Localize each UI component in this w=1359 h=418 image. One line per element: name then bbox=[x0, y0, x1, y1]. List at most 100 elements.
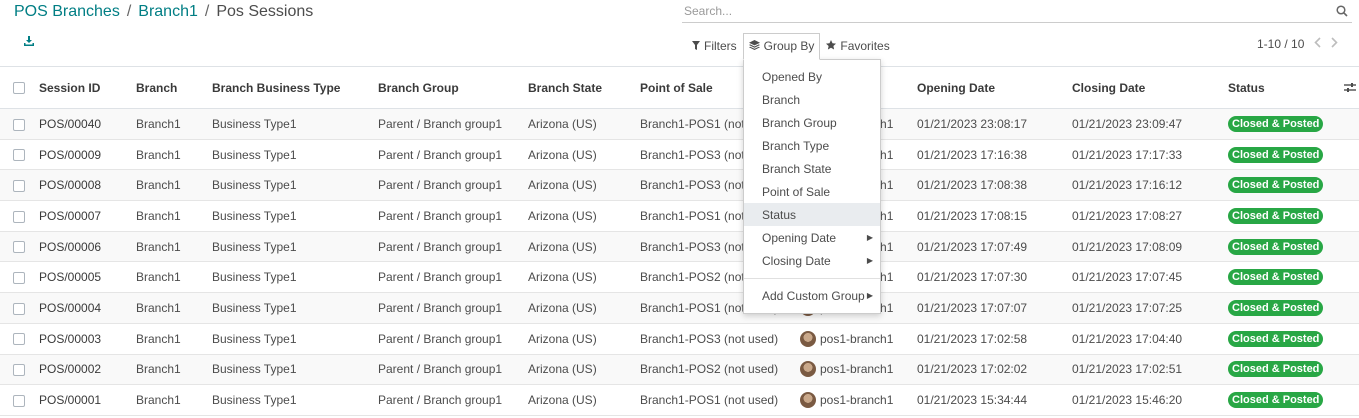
status-badge: Closed & Posted bbox=[1228, 207, 1324, 224]
groupby-branch-label: Branch bbox=[762, 92, 801, 107]
groupby-branch-state[interactable]: Branch State bbox=[744, 157, 880, 180]
column-header-branch-state[interactable]: Branch State bbox=[528, 67, 640, 109]
branch-state-cell: Arizona (US) bbox=[528, 362, 597, 377]
pager: 1-10 / 10 bbox=[1257, 37, 1339, 51]
groupby-opened-by[interactable]: Opened By bbox=[744, 65, 880, 88]
branch-business-type-cell: Business Type1 bbox=[212, 147, 297, 162]
row-checkbox[interactable] bbox=[13, 210, 25, 223]
status-cell: Closed & Posted bbox=[1228, 323, 1341, 354]
groupby-opening-date-label: Opening Date bbox=[762, 230, 837, 245]
row-end-cell bbox=[1341, 231, 1359, 262]
row-checkbox[interactable] bbox=[13, 241, 25, 254]
groupby-status[interactable]: Status bbox=[744, 203, 880, 226]
table-row[interactable]: POS/00005 Branch1 Business Type1 Parent / B… bbox=[0, 262, 1359, 293]
session-id-cell: POS/00005 bbox=[39, 270, 102, 285]
table-row[interactable]: POS/00007 Branch1 Business Type1 Parent / B… bbox=[0, 201, 1359, 232]
row-checkbox[interactable] bbox=[13, 364, 25, 377]
table-row[interactable]: POS/00002 Branch1 Business Type1 Parent / B… bbox=[0, 354, 1359, 385]
download-button[interactable] bbox=[20, 34, 38, 50]
table-row[interactable]: POS/00006 Branch1 Business Type1 Parent / B… bbox=[0, 231, 1359, 262]
download-icon bbox=[23, 35, 35, 50]
chevron-left-icon[interactable] bbox=[1314, 37, 1321, 51]
row-select-cell bbox=[0, 170, 39, 201]
row-checkbox[interactable] bbox=[13, 394, 25, 407]
row-checkbox[interactable] bbox=[13, 180, 25, 193]
groupby-branch-type[interactable]: Branch Type bbox=[744, 134, 880, 157]
opened-by-name: pos1-branch1 bbox=[820, 393, 894, 408]
avatar bbox=[800, 392, 816, 409]
favorites-button[interactable]: Favorites bbox=[820, 33, 895, 59]
status-cell: Closed & Posted bbox=[1228, 201, 1341, 232]
chevron-right-icon[interactable] bbox=[1331, 37, 1339, 51]
row-select-cell bbox=[0, 354, 39, 385]
table-row[interactable]: POS/00008 Branch1 Business Type1 Parent / B… bbox=[0, 169, 1359, 201]
layers-icon bbox=[748, 39, 760, 53]
row-end-cell bbox=[1341, 262, 1359, 293]
branch-business-type-cell: Business Type1 bbox=[212, 239, 297, 254]
breadcrumb-pos-branches[interactable]: POS Branches bbox=[14, 3, 120, 21]
branch-cell: Branch1 bbox=[136, 362, 181, 377]
column-header-status[interactable]: Status bbox=[1228, 67, 1341, 109]
groupby-closing-date[interactable]: Closing Date ▶ bbox=[744, 249, 880, 272]
branch-cell: Branch1 bbox=[136, 178, 181, 193]
opening-date-cell: 01/21/2023 17:07:07 bbox=[917, 300, 1028, 315]
breadcrumb-branch1[interactable]: Branch1 bbox=[138, 3, 198, 21]
optional-columns-cell bbox=[1341, 67, 1359, 109]
session-id-cell: POS/00008 bbox=[39, 178, 102, 193]
session-id-cell: POS/00001 bbox=[39, 393, 102, 408]
table-row[interactable]: POS/00004 Branch1 Business Type1 Parent / B… bbox=[0, 292, 1359, 324]
session-id-cell: POS/00007 bbox=[39, 208, 102, 223]
opened-by-user: pos1-branch1 bbox=[800, 330, 917, 347]
row-select-cell bbox=[0, 385, 39, 416]
row-checkbox[interactable] bbox=[13, 333, 25, 346]
groupby-branch-type-label: Branch Type bbox=[762, 138, 830, 153]
avatar bbox=[800, 361, 816, 378]
opening-date-cell: 01/21/2023 17:07:49 bbox=[917, 239, 1028, 254]
status-badge: Closed & Posted bbox=[1228, 361, 1324, 378]
pager-range[interactable]: 1-10 / 10 bbox=[1257, 37, 1304, 51]
breadcrumb-separator: / bbox=[126, 3, 132, 20]
status-cell: Closed & Posted bbox=[1228, 170, 1341, 201]
column-header-branch-business-type[interactable]: Branch Business Type bbox=[212, 67, 378, 109]
select-all-checkbox[interactable] bbox=[13, 82, 25, 95]
column-settings-icon[interactable] bbox=[1341, 82, 1359, 93]
row-checkbox[interactable] bbox=[13, 272, 25, 285]
column-header-session-id[interactable]: Session ID bbox=[39, 67, 136, 109]
groupby-add-custom-group[interactable]: Add Custom Group ▶ bbox=[744, 284, 880, 307]
session-id-cell: POS/00006 bbox=[39, 239, 102, 254]
groupby-branch-group[interactable]: Branch Group bbox=[744, 111, 880, 134]
column-header-closing-date[interactable]: Closing Date bbox=[1072, 67, 1228, 109]
group-by-button[interactable]: Group By bbox=[742, 32, 821, 60]
session-id-cell: POS/00004 bbox=[39, 300, 102, 315]
search-input[interactable] bbox=[682, 4, 1334, 18]
table-row[interactable]: POS/00009 Branch1 Business Type1 Parent / B… bbox=[0, 139, 1359, 170]
branch-cell: Branch1 bbox=[136, 270, 181, 285]
groupby-point-of-sale[interactable]: Point of Sale bbox=[744, 180, 880, 203]
branch-state-cell: Arizona (US) bbox=[528, 178, 597, 193]
filters-label: Filters bbox=[704, 39, 737, 53]
table-row[interactable]: POS/00001 Branch1 Business Type1 Parent / B… bbox=[0, 385, 1359, 416]
column-header-opening-date[interactable]: Opening Date bbox=[917, 67, 1072, 109]
row-checkbox[interactable] bbox=[13, 149, 25, 162]
table-row[interactable]: POS/00040 Branch1 Business Type1 Parent / B… bbox=[0, 108, 1359, 140]
opening-date-cell: 01/21/2023 17:08:15 bbox=[917, 208, 1028, 223]
filters-button[interactable]: Filters bbox=[686, 33, 743, 59]
caret-right-icon: ▶ bbox=[866, 256, 873, 265]
column-header-branch[interactable]: Branch bbox=[136, 67, 212, 109]
row-select-cell bbox=[0, 262, 39, 293]
row-checkbox[interactable] bbox=[13, 302, 25, 315]
branch-state-cell: Arizona (US) bbox=[528, 393, 597, 408]
table-row[interactable]: POS/00003 Branch1 Business Type1 Parent / B… bbox=[0, 323, 1359, 354]
status-badge: Closed & Posted bbox=[1228, 299, 1324, 316]
row-checkbox[interactable] bbox=[13, 118, 25, 131]
status-badge: Closed & Posted bbox=[1228, 146, 1324, 163]
row-end-cell bbox=[1341, 354, 1359, 385]
groupby-branch[interactable]: Branch bbox=[744, 88, 880, 111]
opened-by-user: pos1-branch1 bbox=[800, 392, 917, 409]
row-select-cell bbox=[0, 139, 39, 170]
search-icon[interactable] bbox=[1334, 3, 1350, 19]
branch-group-cell: Parent / Branch group1 bbox=[378, 270, 503, 285]
breadcrumb: POS Branches / Branch1 / Pos Sessions bbox=[14, 3, 313, 21]
groupby-opening-date[interactable]: Opening Date ▶ bbox=[744, 226, 880, 249]
column-header-branch-group[interactable]: Branch Group bbox=[378, 67, 528, 109]
